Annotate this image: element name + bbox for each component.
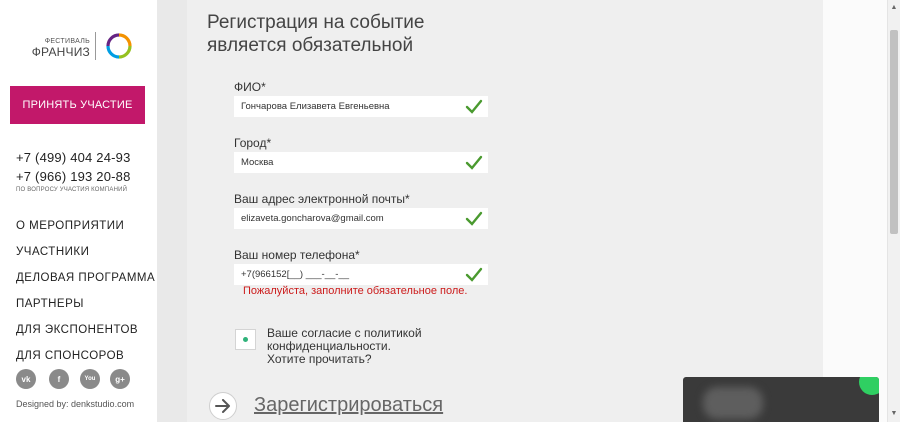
nav-item-about[interactable]: О МЕРОПРИЯТИИ [16,220,124,232]
form-title-line-2: является обязательной [207,35,414,56]
nav-item-partners[interactable]: ПАРТНЕРЫ [16,298,84,310]
check-icon [465,211,483,226]
youtube-icon[interactable]: You [80,369,100,389]
logo-divider [95,32,96,60]
phone-error-message: Пожалуйста, заполните обязательное поле. [243,285,468,297]
chat-widget[interactable] [683,377,879,422]
name-input[interactable] [234,96,488,117]
logo-ring-icon [106,33,132,59]
logo-small-text: ФЕСТИВАЛЬ [44,38,90,45]
nav-item-participants[interactable]: УЧАСТНИКИ [16,246,89,258]
scroll-down-icon[interactable]: ▼ [888,408,900,418]
register-button[interactable]: Зарегистрироваться [254,394,443,417]
email-input[interactable] [234,208,488,229]
logo-big-text: ФРАНЧИЗ [31,45,90,59]
scrollbar-thumb[interactable] [890,30,898,234]
designed-by-credit[interactable]: Designed by: denkstudio.com [16,399,134,409]
phone-note: ПО ВОПРОСУ УЧАСТИЯ КОМПАНИЙ [16,187,128,193]
email-label: Ваш адрес электронной почты* [234,192,410,206]
city-label: Город* [234,136,272,150]
sidebar: ФЕСТИВАЛЬ ФРАНЧИЗ ПРИНЯТЬ УЧАСТИЕ +7 (49… [0,0,157,422]
consent-checkbox[interactable] [235,329,256,350]
vk-icon[interactable]: vk [16,369,36,389]
online-status-icon [859,377,879,395]
consent-text: Ваше согласие с политикой конфиденциальн… [267,327,457,366]
check-icon [465,99,483,114]
phone-label: Ваш номер телефона* [234,248,360,262]
registration-form: Регистрация на событие является обязател… [187,0,823,422]
check-icon [465,155,483,170]
google-plus-icon[interactable]: g+ [110,369,130,389]
scroll-up-icon[interactable]: ▲ [888,2,900,12]
facebook-icon[interactable]: f [49,369,69,389]
right-margin [823,0,888,422]
phone-number-1[interactable]: +7 (499) 404 24-93 [16,150,131,165]
phone-number-2[interactable]: +7 (966) 193 20-88 [16,169,131,184]
vertical-scrollbar[interactable]: ▲ ▼ [887,0,900,422]
form-title: Регистрация на событие является обязател… [207,11,507,57]
phone-input[interactable] [234,264,488,285]
form-title-line-1: Регистрация на событие [207,12,425,33]
consent-checked-dot [243,337,248,342]
participate-button[interactable]: ПРИНЯТЬ УЧАСТИЕ [10,86,145,124]
consent-read-link[interactable]: Хотите прочитать? [267,353,457,366]
nav-item-exhibitors[interactable]: ДЛЯ ЭКСПОНЕНТОВ [16,324,138,336]
nav-item-sponsors[interactable]: ДЛЯ СПОНСОРОВ [16,350,124,362]
city-input[interactable] [234,152,488,173]
name-label: ФИО* [234,80,266,94]
arrow-right-icon[interactable] [209,392,237,420]
nav-item-business-program[interactable]: ДЕЛОВАЯ ПРОГРАММА [16,272,155,284]
festival-logo[interactable]: ФЕСТИВАЛЬ ФРАНЧИЗ [30,30,140,64]
check-icon [465,267,483,282]
chat-avatar [703,387,763,419]
